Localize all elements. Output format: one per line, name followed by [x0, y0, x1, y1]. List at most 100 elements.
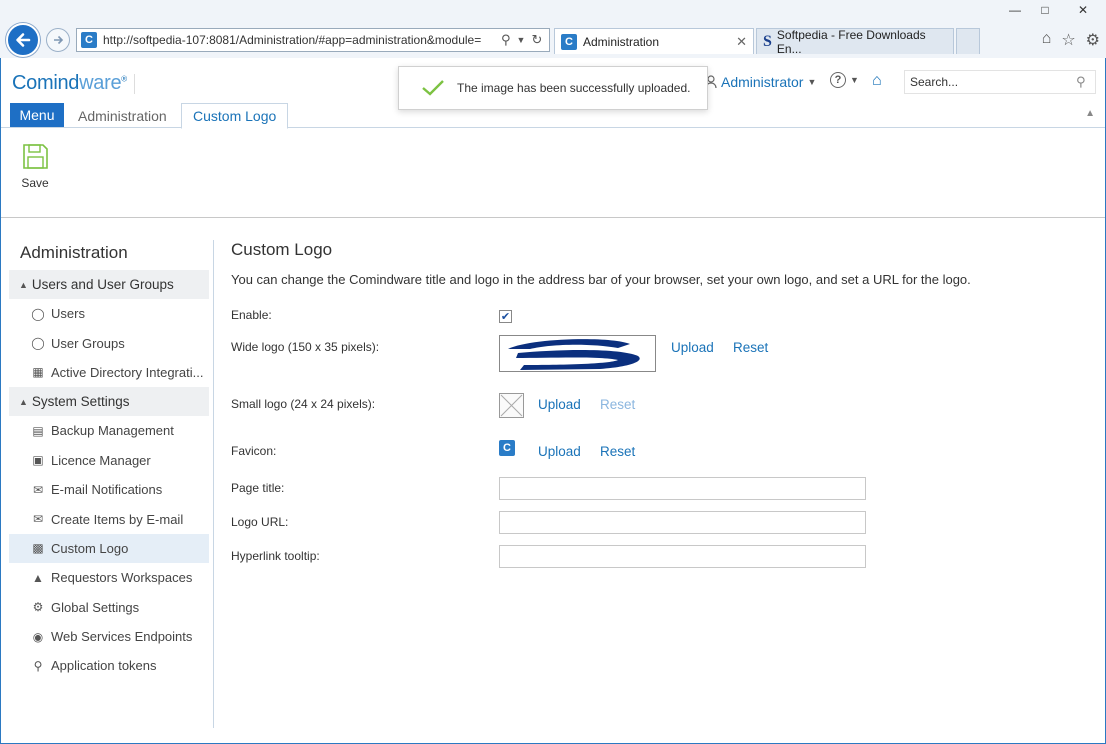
address-url[interactable]: http://softpedia-107:8081/Administration… — [103, 33, 495, 47]
sidebar-item-label: Active Directory Integrati... — [51, 364, 204, 380]
forward-button[interactable] — [46, 28, 70, 52]
sidebar-item-global-settings[interactable]: ⚙ Global Settings — [9, 593, 209, 622]
sidebar-item-label: Application tokens — [51, 658, 157, 674]
mail-icon: ✉ — [32, 482, 44, 497]
save-label: Save — [21, 176, 49, 190]
sidebar: Administration ▲ Users and User Groups ◯… — [9, 236, 209, 681]
sidebar-item-users[interactable]: ◯ Users — [9, 299, 209, 328]
minimize-button[interactable]: — — [1000, 0, 1030, 20]
sidebar-item-requestors[interactable]: ▲ Requestors Workspaces — [9, 563, 209, 592]
user-name: Administrator — [721, 74, 804, 90]
sidebar-item-web-services[interactable]: ◉ Web Services Endpoints — [9, 622, 209, 651]
tab-administration[interactable]: Administration — [67, 103, 178, 128]
token-icon: ⚲ — [33, 658, 43, 673]
chevron-down-icon: ▼ — [850, 75, 859, 85]
tab-label: Administration — [583, 34, 660, 49]
sidebar-item-label: User Groups — [51, 335, 125, 351]
new-tab-button[interactable] — [956, 28, 980, 54]
close-tab-icon[interactable]: ✕ — [736, 34, 747, 50]
sidebar-item-active-directory[interactable]: ▦ Active Directory Integrati... — [9, 358, 209, 387]
tab-custom-logo[interactable]: Custom Logo — [181, 103, 289, 129]
app-home-icon[interactable]: ⌂ — [872, 72, 882, 90]
sidebar-divider — [213, 240, 214, 728]
address-bar[interactable]: C http://softpedia-107:8081/Administrati… — [76, 28, 550, 52]
main-content: Custom Logo You can change the Comindwar… — [231, 240, 1091, 287]
browser-tab-administration[interactable]: C Administration ✕ — [554, 28, 754, 54]
favicon-preview-icon: C — [499, 440, 515, 456]
sidebar-item-create-by-email[interactable]: ✉ Create Items by E-mail — [9, 504, 209, 533]
users-icon: ◯ — [31, 336, 45, 351]
hyperlink-tooltip-field[interactable] — [499, 545, 866, 568]
save-icon — [23, 144, 48, 169]
search-box: ⚲ — [904, 70, 1096, 94]
refresh-icon[interactable]: ↻ — [531, 32, 542, 48]
help-menu[interactable]: ? ▼ — [830, 72, 859, 88]
licence-icon: ▣ — [32, 453, 44, 468]
sidebar-item-label: E-mail Notifications — [51, 482, 163, 498]
favorites-star-icon[interactable]: ☆ — [1061, 30, 1075, 50]
browser-tab-softpedia[interactable]: S Softpedia - Free Downloads En... — [756, 28, 954, 56]
caret-up-icon: ▲ — [19, 279, 28, 290]
sidebar-item-licence[interactable]: ▣ Licence Manager — [9, 446, 209, 475]
search-icon[interactable]: ⚲ — [1076, 74, 1086, 90]
directory-icon: ▦ — [32, 365, 44, 380]
sidebar-item-email-notifications[interactable]: ✉ E-mail Notifications — [9, 475, 209, 504]
logo-icon: ▩ — [32, 541, 44, 556]
back-button[interactable] — [6, 23, 40, 57]
window-controls: — □ ✕ — [1000, 0, 1106, 22]
search-input[interactable] — [910, 75, 1076, 89]
maximize-button[interactable]: □ — [1030, 0, 1060, 20]
logo-url-field[interactable] — [499, 511, 866, 534]
workspace-icon: ▲ — [32, 570, 44, 585]
browser-toolbar-icons: ⌂ ☆ ⚙ — [1042, 30, 1100, 50]
home-icon[interactable]: ⌂ — [1042, 30, 1052, 50]
sidebar-item-backup[interactable]: ▤ Backup Management — [9, 416, 209, 445]
favicon-reset-link[interactable]: Reset — [600, 444, 635, 459]
logo-url-label: Logo URL: — [231, 515, 289, 529]
softpedia-favicon-icon: S — [763, 32, 772, 50]
wide-logo-preview — [499, 335, 656, 372]
menu-button[interactable]: Menu — [10, 103, 64, 127]
help-icon: ? — [830, 72, 846, 88]
sidebar-item-label: Custom Logo — [51, 540, 129, 556]
sidebar-item-label: Global Settings — [51, 599, 140, 615]
sidebar-item-app-tokens[interactable]: ⚲ Application tokens — [9, 651, 209, 680]
page-title: Custom Logo — [231, 240, 333, 259]
caret-up-icon: ▲ — [19, 396, 28, 407]
wide-logo-upload-link[interactable]: Upload — [671, 340, 714, 355]
enable-checkbox[interactable]: ✔ — [499, 310, 512, 323]
favicon-label: Favicon: — [231, 444, 277, 458]
tab-favicon-icon: C — [561, 33, 577, 50]
gear-icon: ⚙ — [32, 600, 44, 615]
browser-chrome: — □ ✕ C http://softpedia-107:8081/Admini… — [0, 0, 1106, 58]
backup-icon: ▤ — [32, 423, 44, 438]
sidebar-group-users[interactable]: ▲ Users and User Groups — [9, 270, 209, 299]
page-title-field[interactable] — [499, 477, 866, 500]
chevron-down-icon: ▼ — [807, 77, 817, 87]
arrow-right-icon — [54, 35, 64, 45]
comindware-logo[interactable]: Comindware® — [12, 72, 127, 95]
dropdown-icon[interactable]: ▼ — [517, 35, 526, 45]
notification-message: The image has been successfully uploaded… — [457, 81, 691, 95]
search-icon[interactable]: ⚲ — [501, 32, 511, 48]
sidebar-item-user-groups[interactable]: ◯ User Groups — [9, 328, 209, 357]
wide-logo-reset-link[interactable]: Reset — [733, 340, 768, 355]
enable-label: Enable: — [231, 308, 272, 322]
mail-create-icon: ✉ — [32, 512, 44, 527]
page-title-label: Page title: — [231, 481, 285, 495]
sidebar-item-label: Backup Management — [51, 423, 174, 439]
small-logo-upload-link[interactable]: Upload — [538, 397, 581, 412]
user-menu[interactable]: Administrator ▼ — [705, 74, 816, 90]
softpedia-s-logo-icon — [508, 339, 640, 370]
toolbar: Save — [1, 129, 1105, 218]
sidebar-item-label: Requestors Workspaces — [51, 570, 193, 586]
globe-icon: ◉ — [32, 629, 44, 644]
sidebar-group-system-settings[interactable]: ▲ System Settings — [9, 387, 209, 417]
favicon-upload-link[interactable]: Upload — [538, 444, 581, 459]
close-window-button[interactable]: ✕ — [1060, 0, 1106, 20]
settings-gear-icon[interactable]: ⚙ — [1086, 30, 1100, 50]
save-button[interactable]: Save — [19, 142, 51, 190]
small-logo-placeholder — [499, 393, 524, 418]
collapse-chevron-icon[interactable]: ▲ — [1085, 108, 1095, 119]
sidebar-item-custom-logo[interactable]: ▩ Custom Logo — [9, 533, 209, 564]
